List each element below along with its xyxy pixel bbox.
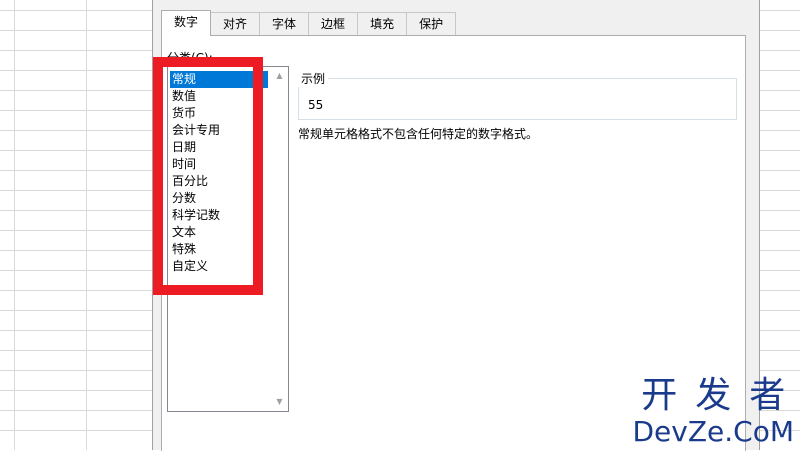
watermark-logo: 开发者 DevZe.CoM	[632, 378, 794, 446]
tab-font[interactable]: 字体	[259, 12, 310, 35]
watermark-line1: 开发者	[641, 375, 800, 416]
tab-alignment[interactable]: 对齐	[210, 12, 261, 35]
sample-groupbox	[298, 78, 737, 120]
sample-title: 示例	[298, 70, 329, 87]
tab-protection[interactable]: 保护	[406, 12, 457, 35]
sample-value: 55	[308, 98, 324, 112]
format-description: 常规单元格格式不包含任何特定的数字格式。	[298, 127, 539, 141]
tab-fill[interactable]: 填充	[357, 12, 408, 35]
triangle-down-icon[interactable]: ▼	[271, 395, 288, 409]
tab-number[interactable]: 数字	[161, 10, 212, 36]
watermark-line2: DevZe.CoM	[632, 415, 794, 448]
tab-border[interactable]: 边框	[308, 12, 359, 35]
red-highlight-annotation	[153, 57, 263, 295]
triangle-up-icon[interactable]: ▲	[271, 69, 288, 83]
category-scrollbar[interactable]: ▲ ▼	[271, 67, 288, 411]
dialog-tabs: 数字 对齐 字体 边框 填充 保护	[161, 10, 457, 36]
